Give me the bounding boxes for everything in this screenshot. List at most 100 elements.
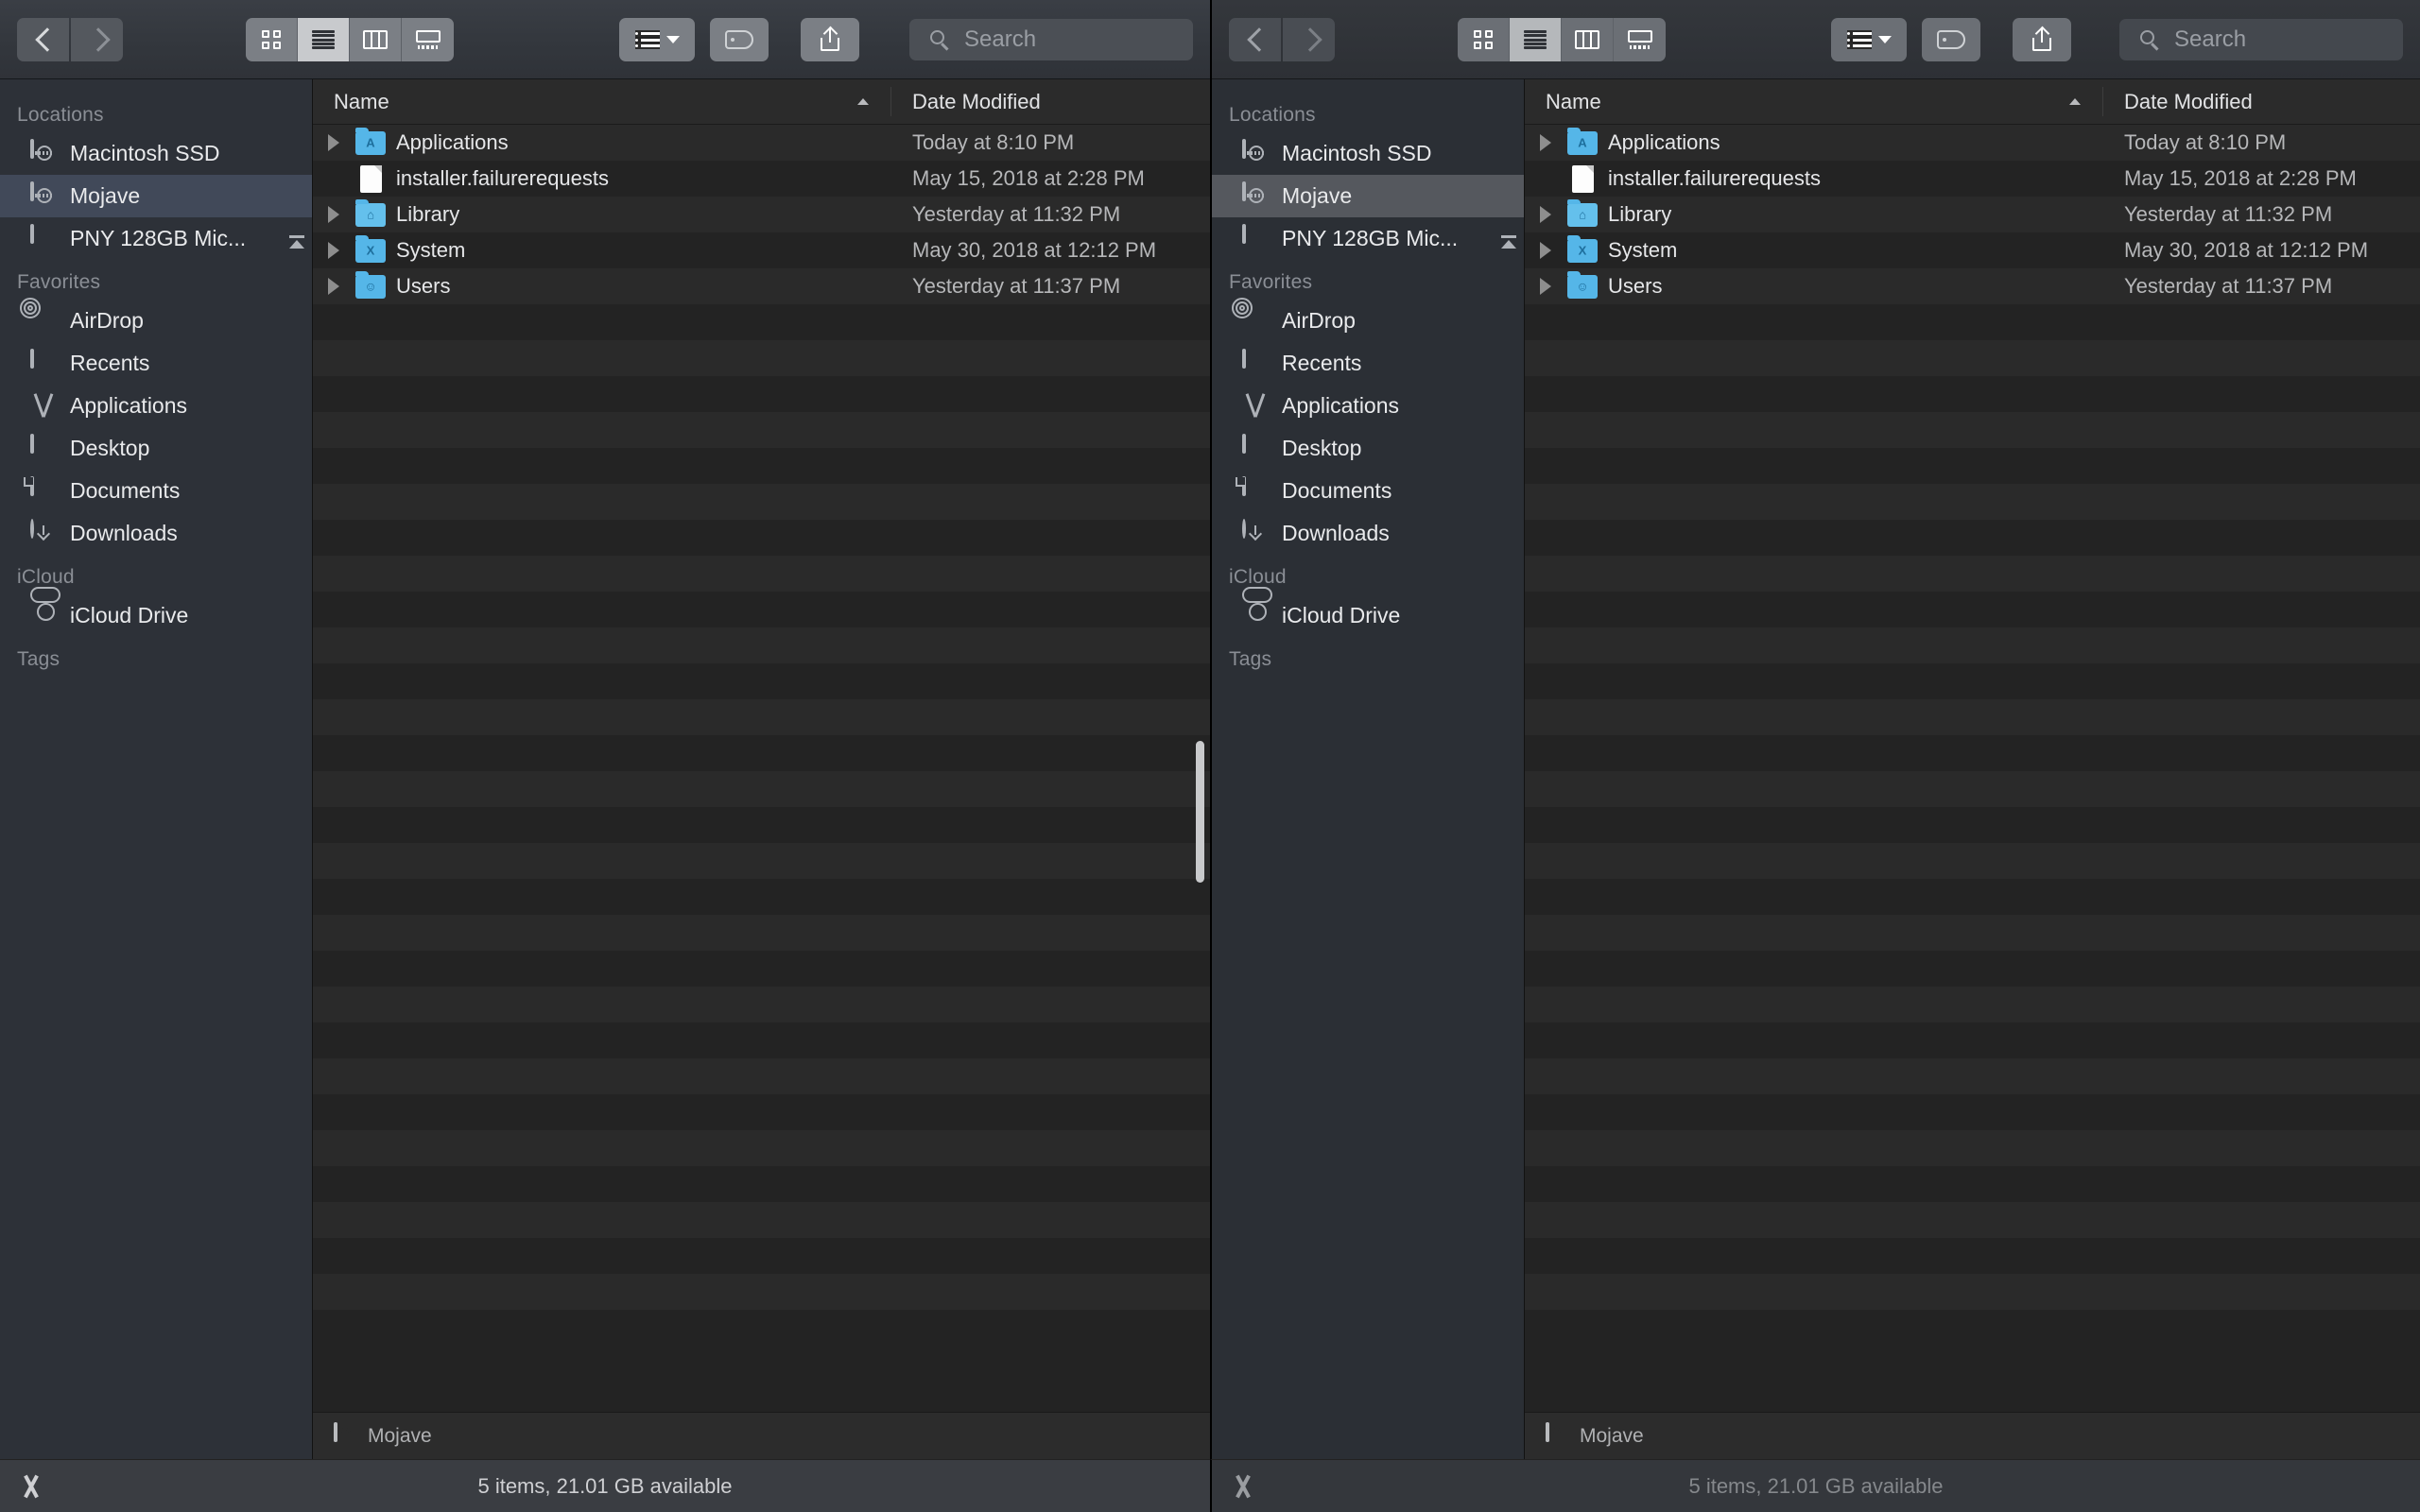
table-row[interactable]: ☺ Users Yesterday at 11:37 PM <box>1525 268 2420 304</box>
column-header-date-modified[interactable]: Date Modified <box>891 79 1041 124</box>
sidebar-item-label: Desktop <box>70 436 150 460</box>
empty-row <box>313 1094 1210 1130</box>
sidebar-item-pny-128gb-mic[interactable]: PNY 128GB Mic... <box>1212 217 1524 260</box>
column-header-date-modified[interactable]: Date Modified <box>2103 79 2253 124</box>
table-row[interactable]: X System May 30, 2018 at 12:12 PM <box>1525 232 2420 268</box>
file-date-modified: Yesterday at 11:37 PM <box>912 274 1121 298</box>
edit-tags-button[interactable] <box>1922 18 1980 61</box>
sidebar-item-desktop[interactable]: Desktop <box>0 427 312 470</box>
table-row[interactable]: ⌂ Library Yesterday at 11:32 PM <box>313 197 1210 232</box>
table-row[interactable]: ☺ Users Yesterday at 11:37 PM <box>313 268 1210 304</box>
gallery-view-button[interactable] <box>402 18 454 61</box>
hard-drive-icon <box>1546 1421 1568 1449</box>
list-view-button[interactable] <box>1510 18 1562 61</box>
sidebar-item-documents[interactable]: Documents <box>1212 470 1524 512</box>
column-view-button[interactable] <box>1562 18 1614 61</box>
folder-users-icon: ☺ <box>1566 270 1599 299</box>
empty-row <box>313 627 1210 663</box>
nav-segmented-control <box>1229 18 1335 61</box>
icon-view-icon <box>1474 30 1493 49</box>
finder-window-left: Search Locations Macintosh SSD Mojave PNY 12… <box>0 0 1210 1512</box>
share-button[interactable] <box>2013 18 2071 61</box>
sidebar-item-icloud-drive[interactable]: iCloud Drive <box>0 594 312 637</box>
sidebar-item-macintosh-ssd[interactable]: Macintosh SSD <box>1212 132 1524 175</box>
sidebar-item-airdrop[interactable]: AirDrop <box>1212 297 1524 342</box>
sidebar-item-recents[interactable]: Recents <box>1212 342 1524 385</box>
disclosure-triangle[interactable] <box>313 134 354 151</box>
column-view-button[interactable] <box>350 18 402 61</box>
file-date-modified: May 15, 2018 at 2:28 PM <box>912 166 1145 190</box>
sidebar-item-applications[interactable]: Applications <box>0 385 312 427</box>
arrange-button[interactable] <box>1831 18 1907 61</box>
sidebar-item-label: Macintosh SSD <box>70 141 220 165</box>
disclosure-triangle[interactable] <box>313 206 354 223</box>
empty-row <box>1525 340 2420 376</box>
file-rows: A Applications Today at 8:10 PM installer.f… <box>1525 125 2420 1412</box>
sidebar-item-macintosh-ssd[interactable]: Macintosh SSD <box>0 132 312 175</box>
file-list-pane: Name Date Modified A Applications Today at 8… <box>1524 79 2420 1459</box>
sidebar-item-downloads[interactable]: Downloads <box>1212 512 1524 555</box>
empty-row <box>313 915 1210 951</box>
column-header-name[interactable]: Name <box>313 79 891 124</box>
icon-view-button[interactable] <box>1458 18 1510 61</box>
search-field[interactable]: Search <box>909 19 1193 60</box>
folder-system-icon: X <box>354 234 387 263</box>
disclosure-triangle[interactable] <box>313 242 354 259</box>
file-date-modified: Yesterday at 11:37 PM <box>2124 274 2333 298</box>
triangle-right-icon <box>328 242 339 259</box>
search-field[interactable]: Search <box>2119 19 2403 60</box>
list-view-button[interactable] <box>298 18 350 61</box>
chevron-left-icon <box>1248 27 1262 52</box>
gallery-view-button[interactable] <box>1614 18 1666 61</box>
empty-row <box>1525 771 2420 807</box>
edit-tags-button[interactable] <box>710 18 769 61</box>
sidebar-section-header: Tags <box>17 648 60 670</box>
folder-glyph: X <box>355 234 386 263</box>
sidebar-item-label: Recents <box>1282 351 1362 375</box>
sidebar-item-applications[interactable]: Applications <box>1212 385 1524 427</box>
empty-row <box>1525 735 2420 771</box>
table-row[interactable]: installer.failurerequests May 15, 2018 at… <box>1525 161 2420 197</box>
sidebar-item-label: AirDrop <box>70 308 144 333</box>
sidebar-item-mojave[interactable]: Mojave <box>0 175 312 217</box>
sidebar-item-downloads[interactable]: Downloads <box>0 512 312 555</box>
vertical-scrollbar[interactable] <box>1196 741 1204 883</box>
share-button[interactable] <box>801 18 859 61</box>
sidebar-item-pny-128gb-mic[interactable]: PNY 128GB Mic... <box>0 217 312 260</box>
file-name-cell: installer.failurerequests <box>313 164 891 193</box>
chevron-right-icon <box>1302 27 1316 52</box>
forward-button[interactable] <box>1283 18 1335 61</box>
sidebar-item-desktop[interactable]: Desktop <box>1212 427 1524 470</box>
empty-row <box>1525 699 2420 735</box>
disclosure-triangle[interactable] <box>313 278 354 295</box>
disclosure-triangle[interactable] <box>1525 242 1566 259</box>
sidebar-item-documents[interactable]: Documents <box>0 470 312 512</box>
disclosure-triangle[interactable] <box>1525 278 1566 295</box>
disclosure-triangle[interactable] <box>1525 206 1566 223</box>
sidebar-item-recents[interactable]: Recents <box>0 342 312 385</box>
table-row[interactable]: installer.failurerequests May 15, 2018 at… <box>313 161 1210 197</box>
empty-row <box>1525 627 2420 663</box>
table-row[interactable]: ⌂ Library Yesterday at 11:32 PM <box>1525 197 2420 232</box>
empty-row <box>1525 1274 2420 1310</box>
empty-row <box>313 1310 1210 1346</box>
arrange-button[interactable] <box>619 18 695 61</box>
disclosure-triangle[interactable] <box>1525 134 1566 151</box>
column-header-name[interactable]: Name <box>1525 79 2103 124</box>
chevron-left-icon <box>36 27 50 52</box>
folder-glyph: A <box>355 127 386 155</box>
hard-drive-icon <box>334 1421 356 1449</box>
icon-view-button[interactable] <box>246 18 298 61</box>
sidebar-item-icloud-drive[interactable]: iCloud Drive <box>1212 594 1524 637</box>
back-button[interactable] <box>1229 18 1281 61</box>
table-row[interactable]: X System May 30, 2018 at 12:12 PM <box>313 232 1210 268</box>
table-row[interactable]: A Applications Today at 8:10 PM <box>1525 125 2420 161</box>
empty-row <box>313 412 1210 448</box>
folder-glyph: A <box>1567 127 1598 155</box>
table-row[interactable]: A Applications Today at 8:10 PM <box>313 125 1210 161</box>
hard-drive-icon-glyph <box>30 180 34 201</box>
forward-button[interactable] <box>71 18 123 61</box>
back-button[interactable] <box>17 18 69 61</box>
sidebar-item-airdrop[interactable]: AirDrop <box>0 297 312 342</box>
sidebar-item-mojave[interactable]: Mojave <box>1212 175 1524 217</box>
